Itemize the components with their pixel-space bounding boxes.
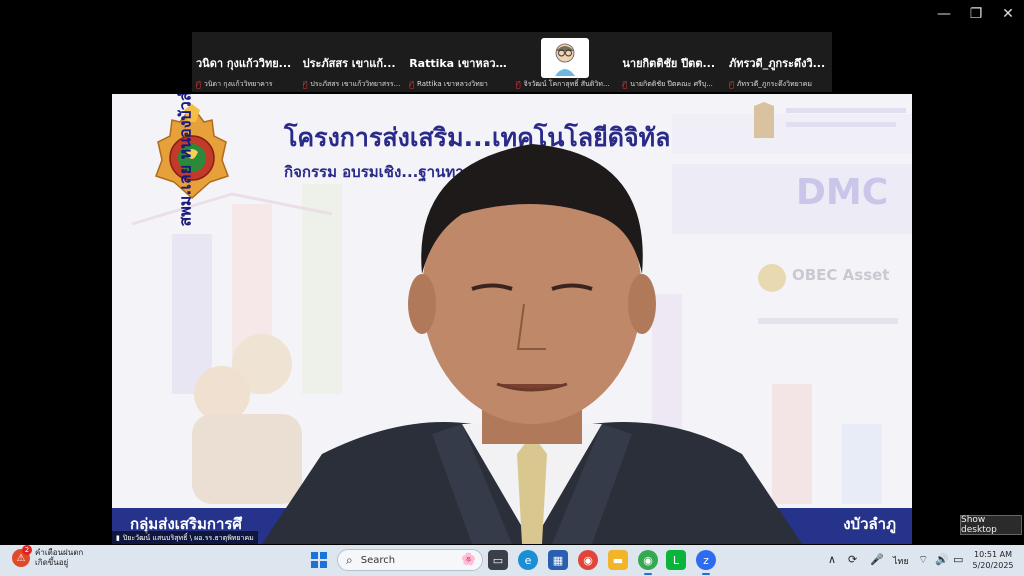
participant-strip: วนิดา กุงแก้ววิทย... 🎙̸ วนิดา กุงแก้ววิทย… [192, 32, 832, 92]
participant-avatar-cartoon [541, 38, 589, 78]
taskbar-search-box[interactable]: ⌕ Search 🌸 [337, 549, 483, 571]
participant-label: 🎙̸ วนิดา กุงแก้ววิทยาคาร [196, 78, 297, 90]
chrome-profile-icon[interactable]: ◉ [638, 550, 658, 570]
search-placeholder: Search [360, 554, 396, 566]
logo-vertical-text: สพม.เลย หนองบัวลำภู [175, 94, 195, 227]
mic-muted-icon: 🎙̸ [409, 79, 414, 89]
chrome-icon[interactable]: ◉ [578, 550, 598, 570]
participant-sub: Rattika เขาหลวงวิทยา [417, 79, 488, 88]
zoom-app-icon[interactable]: z [696, 550, 716, 570]
task-view-icon[interactable]: ▭ [488, 550, 508, 570]
cartoon-avatar-icon [555, 43, 575, 76]
sync-icon[interactable]: ⟳ [848, 553, 857, 566]
participant-sub: วนิดา กุงแก้ววิทยาคาร [203, 79, 273, 88]
participant-sub: นายกิตติชัย ปีตคณะ ศรีบุ... [630, 79, 713, 88]
participant-name: วนิดา กุงแก้ววิทย... [196, 57, 292, 70]
speaker-video-figure [262, 144, 802, 544]
search-icon: ⌕ [346, 552, 353, 567]
participant-name: นายกิตติชัย ปีตต... [622, 57, 716, 70]
main-video-feed[interactable]: สพม.เลย หนองบัวลำภู โครงการส่งเสริม...เท… [112, 94, 912, 544]
battery-icon[interactable]: ▭ [953, 553, 963, 566]
dmc-logo-text: DMC [796, 172, 889, 213]
file-explorer-icon[interactable]: ▬ [608, 550, 628, 570]
active-app-indicator [702, 573, 710, 575]
show-desktop-tooltip: Show desktop [960, 515, 1022, 535]
system-clock[interactable]: 10:51 AM 5/20/2025 [968, 549, 1018, 571]
desktop-screen: — ❐ ✕ วนิดา กุงแก้ววิทย... 🎙̸ วนิดา กุงแก… [0, 0, 1024, 576]
participant-tile[interactable]: Rattika เขาหลวง... 🎙̸ Rattika เขาหลวงวิทย… [405, 32, 512, 92]
close-button[interactable]: ✕ [992, 0, 1024, 28]
participant-label: 🎙̸ Rattika เขาหลวงวิทยา [409, 78, 510, 90]
weather-line-1: คำเตือนฝนตก [35, 548, 84, 557]
participant-label: 🎙̸ นายกิตติชัย ปีตคณะ ศรีบุ... [622, 78, 723, 90]
edge-browser-icon[interactable]: e [518, 550, 538, 570]
participant-tile[interactable]: นายกิตติชัย ปีตต... 🎙̸ นายกิตติชัย ปีตคณะ… [618, 32, 725, 92]
line-app-icon[interactable]: L [666, 550, 686, 570]
participant-label: 🎙̸ ประภัสสร เขาแก้ววิทยาสรร... [303, 78, 404, 90]
window-controls: — ❐ ✕ [928, 0, 1024, 28]
weather-widget[interactable]: ⚠ 2 คำเตือนฝนตก เกิดขึ้นอยู่ [12, 545, 83, 568]
restore-button[interactable]: ❐ [960, 0, 992, 28]
participant-tile[interactable]: ภัทรวดี_ภูกระดึงวิ... 🎙̸ ภัทรวดี_ภูกระดึง… [724, 32, 832, 92]
mic-muted-icon: 🎙̸ [196, 79, 201, 89]
search-highlight-icon: 🌸 [461, 552, 476, 566]
weather-text: คำเตือนฝนตก เกิดขึ้นอยู่ [35, 548, 83, 568]
store-icon[interactable]: ▦ [548, 550, 568, 570]
volume-icon[interactable]: 🔊 [935, 553, 949, 566]
mic-muted-icon: 🎙̸ [302, 79, 308, 89]
participant-label: 🎙̸ ภัทรวดี_ภูกระดึงวิทยาคม [729, 78, 830, 90]
clock-date: 5/20/2025 [972, 561, 1014, 570]
speaker-name-tag: ▮ ปิยะวัฒน์ แสนบริสุทธิ์ \ ผอ.รร.ธาตุพิท… [112, 531, 258, 545]
start-icon-tile [311, 552, 318, 559]
participant-tile[interactable]: ประภัสสร เขาแก้... 🎙̸ ประภัสสร เขาแก้ววิท… [298, 32, 406, 92]
language-indicator[interactable]: ไทย [893, 554, 909, 568]
weather-alert-icon: ⚠ 2 [12, 545, 32, 567]
participant-name: ประภัสสร เขาแก้... [302, 57, 396, 70]
taskbar: ⚠ 2 คำเตือนฝนตก เกิดขึ้นอยู่ ⌕ Search 🌸 … [0, 545, 1024, 576]
start-icon-tile [311, 561, 318, 568]
weather-badge: 2 [22, 545, 32, 555]
signal-bars-icon: ▮ [116, 534, 120, 542]
participant-tile[interactable]: วนิดา กุงแก้ววิทย... 🎙̸ วนิดา กุงแก้ววิทย… [192, 32, 299, 92]
speaker-name: ปิยะวัฒน์ แสนบริสุทธิ์ \ ผอ.รร.ธาตุพิทยา… [122, 533, 254, 542]
start-icon-tile [320, 561, 327, 568]
obec-logo-text: OBEC Asset [792, 266, 890, 284]
tray-overflow-icon[interactable]: ∧ [828, 553, 836, 566]
mic-muted-icon: 🎙̸ [515, 79, 521, 89]
participant-sub: จิรวัฒน์ โคกาลุทธิ์ สันติวิท... [523, 79, 610, 88]
participant-sub: ประภัสสร เขาแก้ววิทยาสรร... [310, 79, 401, 88]
mic-muted-icon: 🎙̸ [622, 79, 628, 89]
active-app-indicator [644, 573, 652, 575]
participant-label: 🎙̸ จิรวัฒน์ โคกาลุทธิ์ สันติวิท... [516, 78, 617, 90]
slide-footer-right-text: งบัวลำภู [843, 515, 896, 533]
mic-muted-icon: 🎙̸ [728, 79, 734, 89]
microphone-icon[interactable]: 🎤 [870, 553, 884, 566]
clock-time: 10:51 AM [974, 550, 1012, 559]
participant-sub: ภัทรวดี_ภูกระดึงวิทยาคม [736, 79, 812, 88]
participant-name: Rattika เขาหลวง... [409, 57, 510, 70]
start-button[interactable] [311, 552, 327, 568]
start-icon-tile [320, 552, 327, 559]
weather-line-2: เกิดขึ้นอยู่ [35, 558, 69, 567]
participant-name: ภัทรวดี_ภูกระดึงวิ... [728, 57, 826, 70]
wifi-icon[interactable]: ⌔ [918, 553, 928, 567]
minimize-button[interactable]: — [928, 0, 960, 28]
